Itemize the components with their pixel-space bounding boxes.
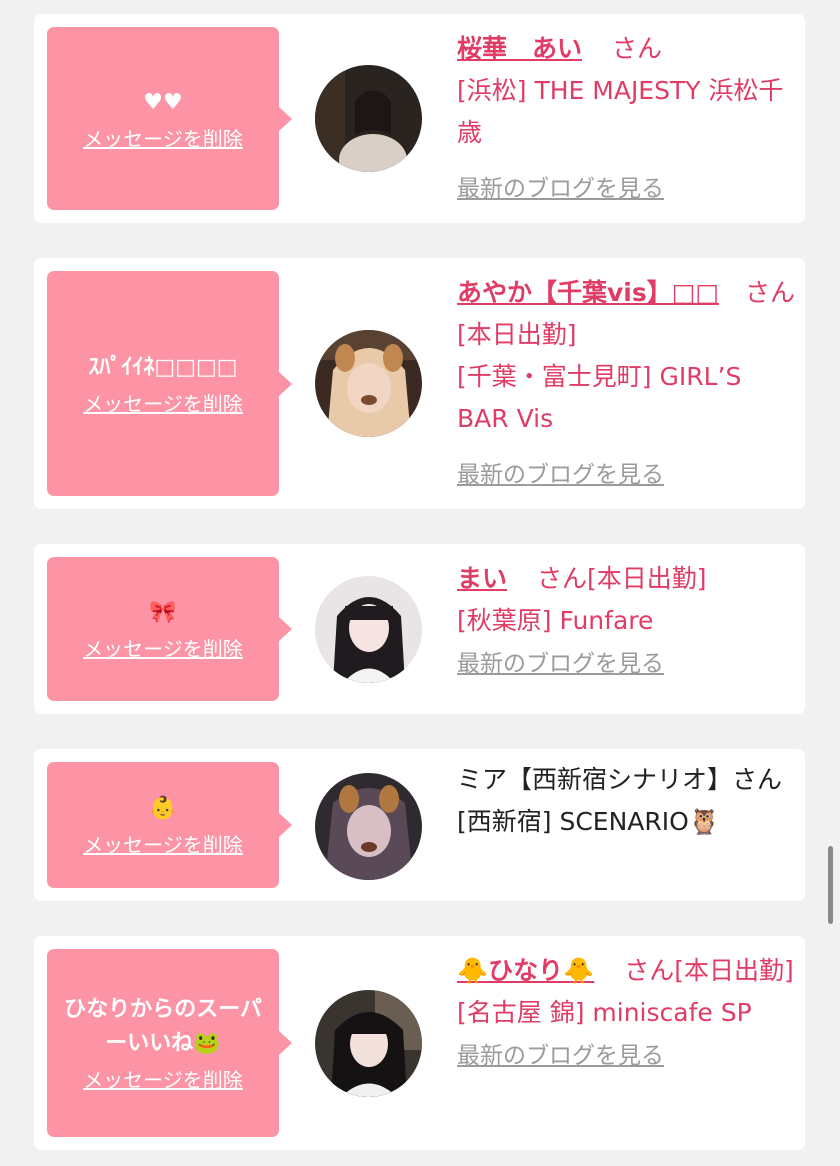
store-label: [名古屋 錦] miniscafe SP (457, 998, 752, 1027)
cast-info: ミア【西新宿シナリオ】さん [西新宿] SCENARIO🦉 (457, 759, 802, 843)
cast-info: 🐥ひなり🐥 さん[本日出勤] [名古屋 錦] miniscafe SP 最新のブ… (457, 950, 797, 1077)
message-bubble: ｽﾊﾟｲｲﾈ□□□□ メッセージを削除 (47, 271, 292, 496)
delete-message-link[interactable]: メッセージを削除 (83, 391, 243, 417)
avatar[interactable] (315, 576, 422, 683)
message-bubble: ♥♥ メッセージを削除 (47, 27, 292, 210)
delete-message-link[interactable]: メッセージを削除 (83, 832, 243, 858)
cast-name-link[interactable]: 桜華 あい (457, 34, 582, 63)
cast-info: 桜華 あい さん [浜松] THE MAJESTY 浜松千歳 最新のブログを見る (457, 28, 797, 210)
message-text: 🎀 (149, 600, 177, 625)
delete-message-link[interactable]: メッセージを削除 (83, 636, 243, 662)
message-card: 👶 メッセージを削除 ミア【西新宿シナリオ】さん [西新宿] SCENARIO🦉 (34, 749, 805, 901)
message-text: ｽﾊﾟｲｲﾈ□□□□ (88, 354, 238, 380)
cast-name-link[interactable]: 🐥ひなり🐥 (457, 956, 594, 985)
avatar[interactable] (315, 990, 422, 1097)
store-label: [千葉・富士見町] GIRL’S BAR Vis (457, 362, 742, 433)
cast-info: あやか【千葉vis】□□ さん [本日出勤] [千葉・富士見町] GIRL’S B… (457, 272, 797, 496)
delete-message-link[interactable]: メッセージを削除 (83, 126, 243, 152)
message-text: ♥♥ (143, 89, 183, 115)
message-bubble: ひなりからのスーパーいいね🐸 メッセージを削除 (47, 949, 292, 1137)
delete-message-link[interactable]: メッセージを削除 (83, 1067, 243, 1093)
message-card: ♥♥ メッセージを削除 桜華 あい さん [浜松] THE MAJESTY 浜松… (34, 14, 805, 223)
honorific: さん (611, 34, 662, 63)
cast-name: ミア【西新宿シナリオ】さん (457, 765, 783, 794)
store-label: [秋葉原] Funfare (457, 606, 654, 635)
message-bubble: 🎀 メッセージを削除 (47, 557, 292, 701)
latest-blog-link[interactable]: 最新のブログを見る (457, 168, 664, 210)
avatar[interactable] (315, 65, 422, 172)
message-text: ひなりからのスーパーいいね🐸 (64, 997, 262, 1056)
cast-info: まい さん[本日出勤] [秋葉原] Funfare 最新のブログを見る (457, 558, 797, 685)
scrollbar[interactable] (828, 846, 833, 924)
message-card: ひなりからのスーパーいいね🐸 メッセージを削除 🐥ひなり🐥 さん[本日出勤] [… (34, 936, 805, 1150)
status-label: [本日出勤] (457, 320, 577, 349)
store-label: [西新宿] SCENARIO🦉 (457, 807, 720, 836)
message-card: 🎀 メッセージを削除 まい さん[本日出勤] [秋葉原] Funfare 最新の… (34, 544, 805, 714)
avatar[interactable] (315, 773, 422, 880)
latest-blog-link[interactable]: 最新のブログを見る (457, 454, 664, 496)
store-label: [浜松] THE MAJESTY 浜松千歳 (457, 76, 784, 147)
latest-blog-link[interactable]: 最新のブログを見る (457, 643, 664, 685)
message-card: ｽﾊﾟｲｲﾈ□□□□ メッセージを削除 あやか【千葉vis】□□ さん [本日出勤… (34, 258, 805, 509)
latest-blog-link[interactable]: 最新のブログを見る (457, 1035, 664, 1077)
message-bubble: 👶 メッセージを削除 (47, 762, 292, 888)
message-text: 👶 (149, 796, 177, 821)
honorific: さん (744, 278, 795, 307)
cast-name-link[interactable]: あやか【千葉vis】□□ (457, 278, 719, 307)
cast-name-link[interactable]: まい (457, 564, 507, 593)
avatar[interactable] (315, 330, 422, 437)
status-label: [本日出勤] (674, 956, 794, 985)
honorific: さん (536, 564, 587, 593)
honorific: さん (624, 956, 675, 985)
status-label: [本日出勤] (586, 564, 707, 593)
